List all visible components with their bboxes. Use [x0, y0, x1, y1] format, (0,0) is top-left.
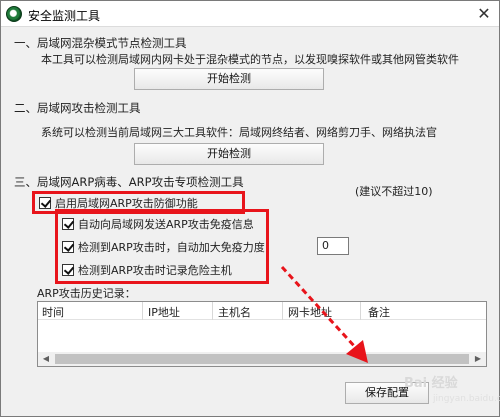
watermark-logo: Bai 经验	[404, 376, 458, 391]
watermark-url: jingyan.baidu.com	[433, 394, 500, 404]
annotation-arrow-icon	[280, 265, 368, 363]
app-window: 安全监测工具 ✕ 一、局域网混杂模式节点检测工具 本工具可以检测局域网内网卡处于…	[0, 0, 500, 417]
